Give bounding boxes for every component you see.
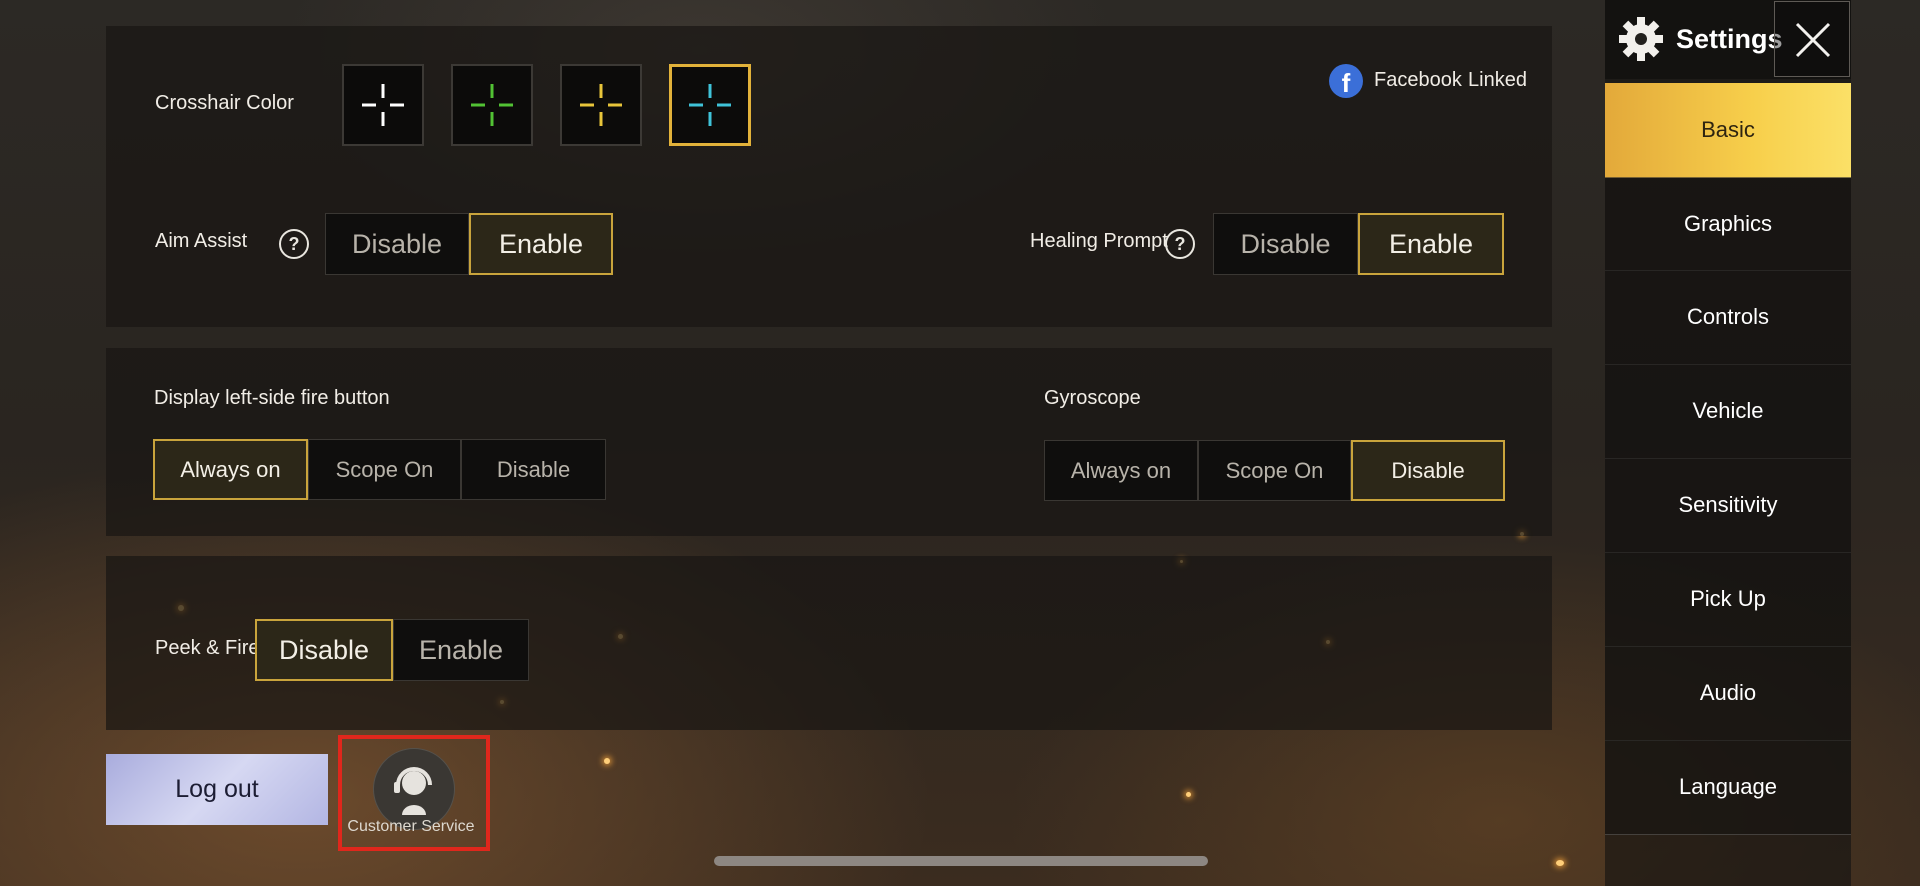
logout-button[interactable]: Log out (106, 754, 328, 825)
aim-assist-disable-option[interactable]: Disable (325, 213, 469, 275)
left-fire-scope-on-option[interactable]: Scope On (308, 439, 461, 500)
nav-pick-up[interactable]: Pick Up (1605, 552, 1851, 647)
facebook-icon: f (1329, 64, 1363, 98)
gyroscope-scope-on-option[interactable]: Scope On (1198, 440, 1351, 501)
crosshair-color-label: Crosshair Color (155, 92, 294, 114)
healing-prompt-toggle: Disable Enable (1213, 213, 1504, 275)
crosshair-green-icon (471, 84, 513, 126)
facebook-link-status: Linked (1468, 69, 1527, 91)
healing-prompt-enable-option[interactable]: Enable (1358, 213, 1504, 275)
gyroscope-always-on-option[interactable]: Always on (1044, 440, 1198, 501)
gyroscope-label: Gyroscope (1044, 387, 1141, 409)
nav-audio[interactable]: Audio (1605, 646, 1851, 741)
nav-language[interactable]: Language (1605, 740, 1851, 835)
nav-vehicle[interactable]: Vehicle (1605, 364, 1851, 459)
peek-fire-toggle: Disable Enable (255, 619, 529, 681)
healing-prompt-disable-option[interactable]: Disable (1213, 213, 1358, 275)
headset-icon (394, 767, 432, 815)
left-fire-toggle: Always on Scope On Disable (153, 439, 606, 500)
crosshair-swatch-white[interactable] (342, 64, 424, 146)
aim-assist-enable-option[interactable]: Enable (469, 213, 613, 275)
home-indicator (714, 856, 1208, 866)
nav-controls[interactable]: Controls (1605, 270, 1851, 365)
healing-prompt-help-icon[interactable]: ? (1165, 229, 1195, 259)
gyroscope-toggle: Always on Scope On Disable (1044, 440, 1505, 501)
nav-sensitivity[interactable]: Sensitivity (1605, 458, 1851, 553)
settings-title: Settings (1676, 24, 1783, 54)
close-icon (1795, 22, 1831, 58)
close-button[interactable] (1774, 1, 1850, 77)
aim-assist-help-icon[interactable]: ? (279, 229, 309, 259)
gyroscope-disable-option[interactable]: Disable (1351, 440, 1505, 501)
nav-basic[interactable]: Basic (1605, 83, 1851, 178)
left-fire-disable-option[interactable]: Disable (461, 439, 606, 500)
peek-fire-disable-option[interactable]: Disable (255, 619, 393, 681)
healing-prompt-label: Healing Prompt (1030, 230, 1168, 252)
crosshair-swatch-green[interactable] (451, 64, 533, 146)
crosshair-cyan-icon (689, 84, 731, 126)
customer-service-label: Customer Service (347, 818, 475, 835)
aim-assist-toggle: Disable Enable (325, 213, 613, 275)
nav-graphics[interactable]: Graphics (1605, 177, 1851, 271)
left-fire-always-on-option[interactable]: Always on (153, 439, 308, 500)
crosshair-yellow-icon (580, 84, 622, 126)
facebook-label: Facebook (1374, 69, 1462, 91)
peek-fire-enable-option[interactable]: Enable (393, 619, 529, 681)
crosshair-white-icon (362, 84, 404, 126)
left-fire-label: Display left-side fire button (154, 387, 390, 409)
crosshair-swatch-cyan[interactable] (669, 64, 751, 146)
crosshair-swatch-yellow[interactable] (560, 64, 642, 146)
peek-fire-label: Peek & Fire (155, 637, 260, 659)
gear-icon (1617, 15, 1665, 63)
aim-assist-label: Aim Assist (155, 230, 248, 252)
